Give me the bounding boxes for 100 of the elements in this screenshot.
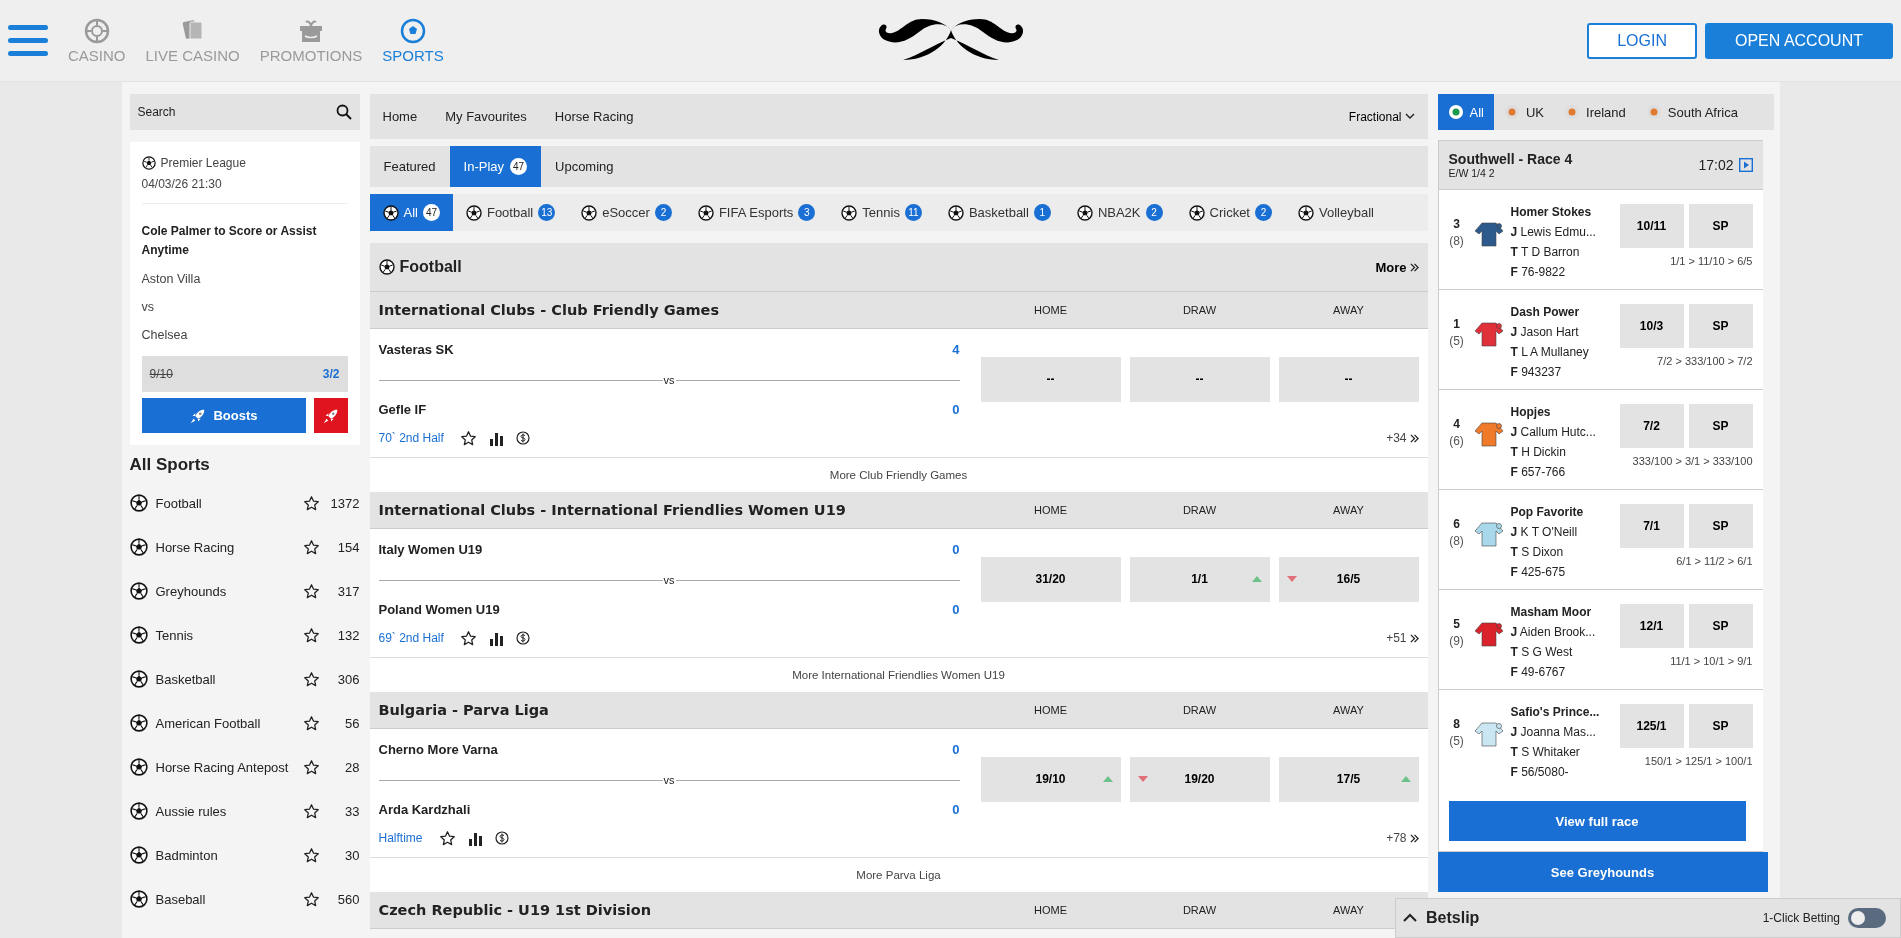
sport-link[interactable]: Horse Racing Antepost [155,759,295,775]
odds-button[interactable]: 10/11 [1619,204,1684,248]
stats-icon[interactable] [467,830,483,846]
star-icon[interactable] [302,714,320,732]
cash-out-icon[interactable] [494,831,509,845]
sport-filter[interactable]: FIFA Esports 3 [684,194,829,231]
login-button[interactable]: LOGIN [1587,22,1697,59]
sport-filter[interactable]: Cricket 2 [1175,194,1285,231]
odds-button[interactable]: -- [1278,356,1419,402]
more-markets-link[interactable]: +51 [1386,631,1419,645]
search-icon[interactable] [335,104,352,120]
cash-out-icon[interactable] [515,631,530,645]
star-icon[interactable] [459,629,477,647]
odds-button[interactable]: -- [980,356,1121,402]
starting-price-button[interactable]: SP [1688,504,1753,548]
odds-button[interactable]: 19/10 [980,756,1121,802]
stats-icon[interactable] [488,430,504,446]
star-icon[interactable] [459,429,477,447]
play-icon[interactable] [1738,158,1753,172]
odds-button[interactable]: 1/1 [1129,556,1270,602]
sport-filter[interactable]: All 47 [369,194,453,231]
chevron-up-icon[interactable] [1402,913,1418,923]
more-markets-link[interactable]: +78 [1386,831,1419,845]
open-account-button[interactable]: OPEN ACCOUNT [1705,22,1893,59]
see-greyhounds-button[interactable]: See Greyhounds [1437,852,1768,892]
sport-link[interactable]: Basketball [155,671,295,687]
star-icon[interactable] [302,626,320,644]
score: 0 [952,801,960,817]
sport-link[interactable]: Football [155,495,295,511]
region-tab[interactable]: UK [1493,94,1554,130]
odds-button[interactable]: 17/5 [1278,756,1419,802]
star-icon[interactable] [302,582,320,600]
ball-icon [129,714,148,733]
odds-button[interactable]: 16/5 [1278,556,1419,602]
versus-label: vs [141,300,155,315]
one-click-toggle[interactable] [1848,908,1886,928]
sport-filter[interactable]: NBA2K 2 [1063,194,1176,231]
sport-filter[interactable]: Football 13 [452,194,569,231]
region-tab[interactable]: All [1437,94,1494,130]
starting-price-button[interactable]: SP [1688,404,1753,448]
sport-link[interactable]: Tennis [155,627,295,643]
nav-link[interactable]: My Favourites [445,109,527,124]
sport-filter[interactable]: Basketball 1 [934,194,1064,231]
sport-filter[interactable]: Volleyball [1285,194,1387,231]
ball-icon [1298,204,1314,221]
nav-link[interactable]: Home [382,109,418,124]
starting-price-button[interactable]: SP [1688,204,1753,248]
odds-button[interactable]: 7/1 [1619,504,1684,548]
odds-button[interactable]: 10/3 [1619,304,1684,348]
sport-filter[interactable]: eSoccer 2 [568,194,685,231]
starting-price-button[interactable]: SP [1688,304,1753,348]
sport-link[interactable]: Baseball [155,891,295,907]
star-icon[interactable] [302,846,320,864]
competition-title: Bulgaria - Parva Liga [378,702,550,718]
nav-link[interactable]: Horse Racing [554,109,634,124]
tab[interactable]: Featured [369,146,450,187]
tab[interactable]: In-Play 47 [449,146,541,187]
region-tab[interactable]: South Africa [1635,94,1748,130]
star-icon[interactable] [302,538,320,556]
starting-price-button[interactable]: SP [1688,604,1753,648]
sport-link[interactable]: Greyhounds [155,583,295,599]
search-field[interactable]: Search [129,94,360,130]
stall-number: (5) [1448,334,1465,348]
star-icon[interactable] [302,494,320,512]
star-icon[interactable] [302,890,320,908]
star-icon[interactable] [438,829,456,847]
region-tab[interactable]: Ireland [1554,94,1636,130]
cash-out-icon[interactable] [515,431,530,445]
more-competition-link[interactable]: More Club Friendly Games [369,457,1428,492]
rocket-button[interactable] [313,398,348,434]
view-full-race-button[interactable]: View full race [1448,801,1746,841]
sport-filter[interactable]: Tennis 11 [828,194,935,231]
starting-price-button[interactable]: SP [1688,704,1753,748]
more-link[interactable]: More [1375,259,1419,275]
stats-icon[interactable] [488,630,504,646]
sport-link[interactable]: Badminton [155,847,295,863]
tab[interactable]: Upcoming [541,146,628,187]
odds-button[interactable]: 125/1 [1619,704,1684,748]
more-competition-link[interactable]: More International Friendlies Women U19 [369,657,1428,692]
odds-button[interactable]: -- [1129,356,1270,402]
more-markets-link[interactable]: +34 [1386,431,1419,445]
boosted-odds-button[interactable]: 9/10 3/2 [141,356,348,393]
horse-name: Dash Power [1510,304,1581,321]
star-icon[interactable] [302,670,320,688]
odds-button[interactable]: 31/20 [980,556,1121,602]
star-icon[interactable] [302,758,320,776]
price-history: 11/1 > 10/1 > 9/1 [1670,655,1753,667]
sport-link[interactable]: American Football [155,715,295,731]
odds-button[interactable]: 19/20 [1129,756,1270,802]
star-icon[interactable] [302,802,320,820]
sport-link[interactable]: Horse Racing [155,539,295,555]
more-competition-link[interactable]: More Parva Liga [369,857,1428,892]
sport-link[interactable]: Aussie rules [155,803,295,819]
odds-format-dropdown[interactable]: Fractional [1348,109,1415,124]
column-header: DRAW [1181,904,1218,916]
boosts-button[interactable]: Boosts [141,398,306,434]
odds-button[interactable]: 7/2 [1619,404,1684,448]
ball-icon [129,846,148,865]
nav-item[interactable]: SPORTS [382,17,444,64]
odds-button[interactable]: 12/1 [1619,604,1684,648]
